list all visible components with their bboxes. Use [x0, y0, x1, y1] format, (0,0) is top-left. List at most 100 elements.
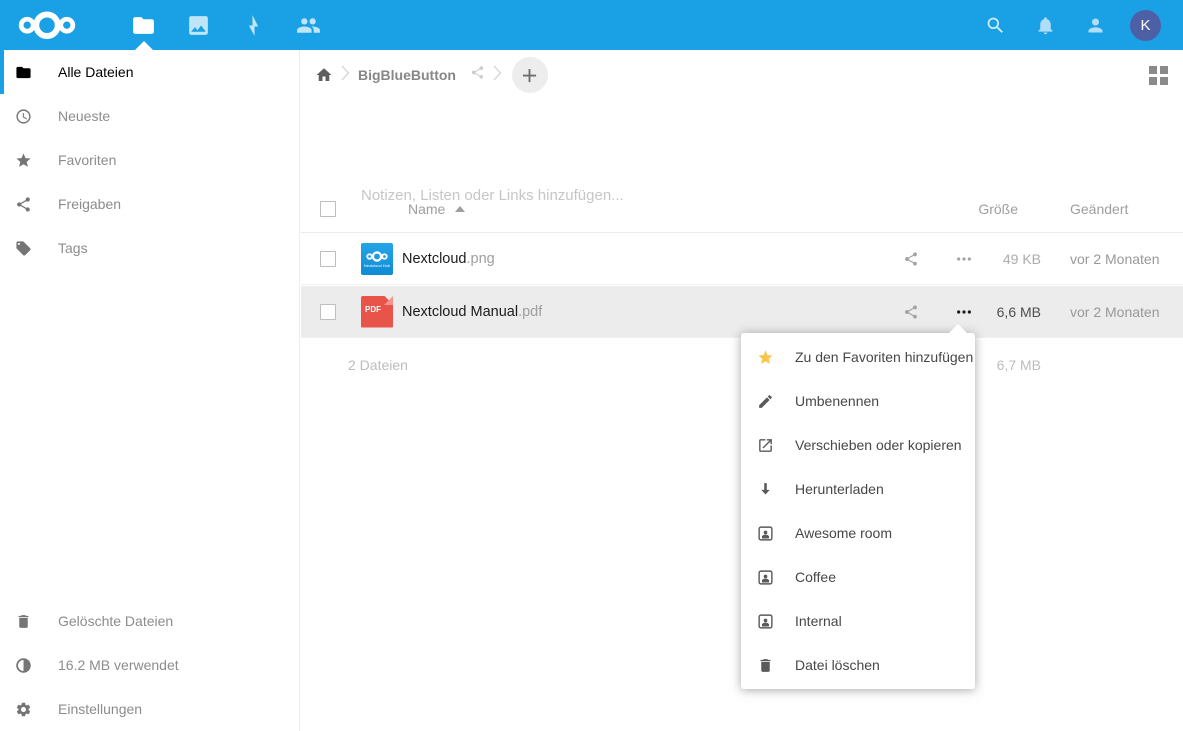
file-extension: .png: [466, 251, 494, 267]
search-button[interactable]: [970, 0, 1020, 50]
nextcloud-logo-icon[interactable]: [16, 7, 78, 43]
room-icon: [757, 613, 774, 630]
contacts-menu-button[interactable]: [1070, 0, 1120, 50]
share-icon: [15, 196, 32, 213]
thumbnail-label: Nextcloud Hub: [364, 263, 390, 268]
pdf-label: PDF: [365, 305, 381, 314]
folder-icon: [15, 64, 32, 81]
sidebar-item-deleted-files[interactable]: Gelöschte Dateien: [0, 599, 299, 643]
sidebar-item-label: Tags: [58, 240, 88, 256]
sidebar-item-recent[interactable]: Neueste: [0, 94, 299, 138]
notifications-bell-icon: [1035, 15, 1056, 36]
clock-icon: [15, 108, 32, 125]
breadcrumb-share-button[interactable]: [470, 65, 485, 85]
new-file-button[interactable]: [512, 57, 548, 93]
sidebar-item-quota[interactable]: 16.2 MB verwendet: [0, 643, 299, 687]
menu-item-move-or-copy[interactable]: Verschieben oder kopieren: [741, 423, 975, 467]
sidebar-item-tags[interactable]: Tags: [0, 226, 299, 270]
app-navigation: [116, 0, 336, 50]
files-folder-icon: [131, 13, 156, 38]
home-icon: [315, 66, 333, 84]
pencil-icon: [757, 393, 774, 410]
grid-view-icon: [1149, 66, 1168, 85]
summary-file-count: 2 Dateien: [348, 357, 408, 373]
chevron-right-icon: [341, 65, 350, 86]
file-actions-context-menu: Zu den Favoriten hinzufügen Umbenennen V…: [741, 333, 975, 689]
file-table-header: Name Größe Geändert: [301, 185, 1183, 233]
menu-item-rename[interactable]: Umbenennen: [741, 379, 975, 423]
column-header-name[interactable]: Name: [408, 201, 465, 217]
breadcrumb: BigBlueButton: [301, 50, 1183, 100]
row-checkbox[interactable]: [320, 304, 336, 320]
share-icon: [903, 251, 919, 267]
sort-ascending-icon: [455, 206, 465, 212]
menu-item-room-internal[interactable]: Internal: [741, 599, 975, 643]
file-name: Nextcloud: [402, 251, 466, 267]
move-copy-icon: [757, 437, 774, 454]
file-row-nextcloud-png[interactable]: Nextcloud Hub Nextcloud.png 49 KB vor 2 …: [301, 233, 1183, 285]
sidebar-item-label: Favoriten: [58, 152, 116, 168]
menu-item-download[interactable]: Herunterladen: [741, 467, 975, 511]
plus-icon: [522, 68, 537, 83]
room-icon: [757, 569, 774, 586]
sidebar-item-label: 16.2 MB verwendet: [58, 657, 179, 673]
menu-item-room-awesome-room[interactable]: Awesome room: [741, 511, 975, 555]
share-button[interactable]: [891, 251, 931, 267]
sidebar-item-favorites[interactable]: Favoriten: [0, 138, 299, 182]
grid-view-toggle-button[interactable]: [1146, 63, 1170, 87]
sidebar-item-settings[interactable]: Einstellungen: [0, 687, 299, 731]
star-icon: [15, 152, 32, 169]
user-avatar[interactable]: K: [1130, 10, 1161, 41]
file-size: 6,6 MB: [941, 304, 1041, 320]
menu-item-delete-file[interactable]: Datei löschen: [741, 643, 975, 687]
quota-pie-icon: [15, 657, 32, 674]
files-content: BigBlueButton Name Größe Geändert: [301, 50, 1183, 731]
select-all-checkbox[interactable]: [320, 201, 336, 217]
active-app-notch: [135, 41, 153, 50]
contacts-app-button[interactable]: [281, 0, 336, 50]
gear-icon: [15, 701, 32, 718]
breadcrumb-home-button[interactable]: [315, 66, 333, 84]
pdf-file-icon: PDF: [361, 296, 393, 328]
file-extension: .pdf: [518, 304, 542, 320]
breadcrumb-folder[interactable]: BigBlueButton: [358, 67, 456, 83]
trash-icon: [15, 613, 32, 630]
sidebar-item-label: Neueste: [58, 108, 110, 124]
top-header-bar: K: [0, 0, 1183, 50]
sidebar-item-all-files[interactable]: Alle Dateien: [0, 50, 299, 94]
share-button[interactable]: [891, 304, 931, 320]
file-size: 49 KB: [941, 251, 1041, 267]
menu-item-room-coffee[interactable]: Coffee: [741, 555, 975, 599]
contacts-icon: [296, 13, 321, 38]
files-app-button[interactable]: [116, 0, 171, 50]
activity-app-button[interactable]: [226, 0, 281, 50]
notifications-button[interactable]: [1020, 0, 1070, 50]
app-sidebar: Alle Dateien Neueste Favoriten Freigaben…: [0, 50, 300, 731]
pdf-fold-corner: [384, 296, 393, 305]
trash-icon: [757, 657, 774, 674]
photos-app-button[interactable]: [171, 0, 226, 50]
column-header-modified[interactable]: Geändert: [1070, 201, 1128, 217]
file-name: Nextcloud Manual: [402, 304, 518, 320]
nextcloud-image-thumbnail: Nextcloud Hub: [361, 243, 393, 275]
file-row-nextcloud-manual-pdf[interactable]: PDF Nextcloud Manual.pdf 6,6 MB vor 2 Mo…: [301, 286, 1183, 338]
sidebar-item-label: Freigaben: [58, 196, 121, 212]
active-indicator: [0, 50, 4, 94]
sidebar-item-label: Alle Dateien: [58, 64, 134, 80]
row-checkbox[interactable]: [320, 251, 336, 267]
sidebar-footer: Gelöschte Dateien 16.2 MB verwendet Eins…: [0, 599, 299, 731]
popover-arrow: [948, 324, 968, 334]
share-icon: [470, 65, 485, 80]
menu-item-add-to-favorites[interactable]: Zu den Favoriten hinzufügen: [741, 335, 975, 379]
chevron-right-icon: [493, 65, 502, 86]
column-header-size[interactable]: Größe: [978, 201, 1018, 217]
sidebar-item-shares[interactable]: Freigaben: [0, 182, 299, 226]
tag-icon: [15, 240, 32, 257]
room-icon: [757, 525, 774, 542]
activity-lightning-icon: [241, 13, 266, 38]
sidebar-item-label: Einstellungen: [58, 701, 142, 717]
star-icon: [757, 349, 774, 366]
contacts-menu-icon: [1085, 15, 1106, 36]
file-modified: vor 2 Monaten: [1070, 251, 1160, 267]
photos-icon: [186, 13, 211, 38]
